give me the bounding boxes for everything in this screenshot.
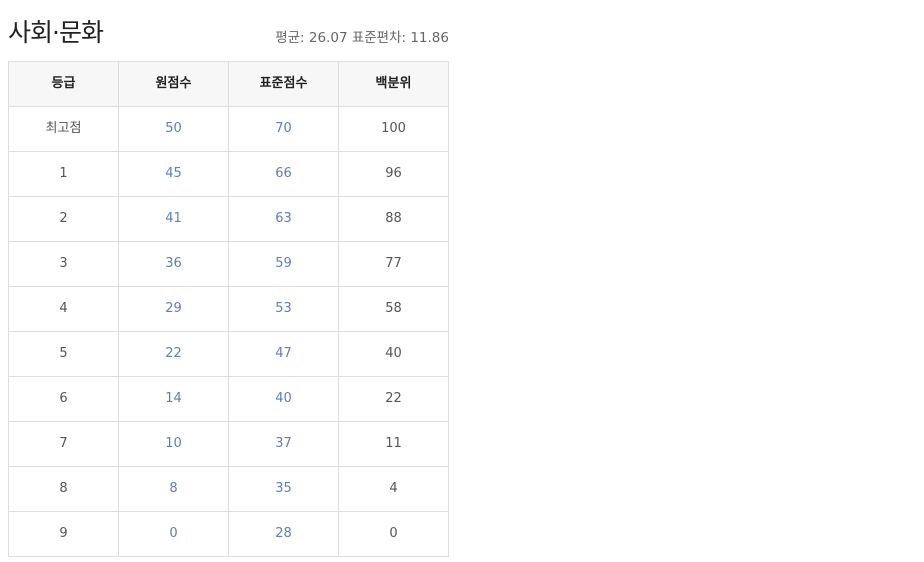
table-row: 7 10 37 11 (8, 421, 449, 467)
table-header-row: 등급 원점수 표준점수 백분위 (8, 61, 449, 107)
cell-raw-score: 22 (118, 331, 229, 377)
table-row: 5 22 47 40 (8, 331, 449, 377)
header-percentile: 백분위 (338, 61, 449, 107)
cell-standard-score: 28 (228, 511, 339, 557)
cell-grade: 7 (8, 421, 119, 467)
cell-grade: 5 (8, 331, 119, 377)
cell-percentile: 100 (338, 106, 449, 152)
cell-standard-score: 37 (228, 421, 339, 467)
cell-raw-score: 29 (118, 286, 229, 332)
panel-header: 사회·문화 평균: 26.07 표준편차: 11.86 (8, 14, 449, 61)
header-grade: 등급 (8, 61, 119, 107)
cell-grade: 최고점 (8, 106, 119, 152)
cell-percentile: 4 (338, 466, 449, 512)
cell-grade: 9 (8, 511, 119, 557)
cell-standard-score: 59 (228, 241, 339, 287)
table-row: 2 41 63 88 (8, 196, 449, 242)
table-row: 9 0 28 0 (8, 511, 449, 557)
cell-percentile: 77 (338, 241, 449, 287)
cell-raw-score: 14 (118, 376, 229, 422)
table-row: 최고점 50 70 100 (8, 106, 449, 152)
cell-percentile: 58 (338, 286, 449, 332)
cell-percentile: 22 (338, 376, 449, 422)
cell-grade: 2 (8, 196, 119, 242)
header-standard-score: 표준점수 (228, 61, 339, 107)
cell-raw-score: 10 (118, 421, 229, 467)
header-raw-score: 원점수 (118, 61, 229, 107)
cell-percentile: 88 (338, 196, 449, 242)
cell-standard-score: 63 (228, 196, 339, 242)
score-stats: 평균: 26.07 표준편차: 11.86 (275, 30, 449, 46)
table-row: 1 45 66 96 (8, 151, 449, 197)
cell-grade: 3 (8, 241, 119, 287)
cell-raw-score: 41 (118, 196, 229, 242)
table-row: 4 29 53 58 (8, 286, 449, 332)
cell-grade: 4 (8, 286, 119, 332)
cell-raw-score: 50 (118, 106, 229, 152)
score-panel: 사회·문화 평균: 26.07 표준편차: 11.86 등급 원점수 표준점수 … (8, 14, 449, 557)
cell-grade: 8 (8, 466, 119, 512)
cell-grade: 6 (8, 376, 119, 422)
table-row: 3 36 59 77 (8, 241, 449, 287)
table-row: 6 14 40 22 (8, 376, 449, 422)
cell-raw-score: 8 (118, 466, 229, 512)
cell-standard-score: 40 (228, 376, 339, 422)
subject-title: 사회·문화 (8, 18, 104, 47)
cell-raw-score: 45 (118, 151, 229, 197)
cell-standard-score: 47 (228, 331, 339, 377)
cell-percentile: 40 (338, 331, 449, 377)
cell-raw-score: 0 (118, 511, 229, 557)
cell-standard-score: 53 (228, 286, 339, 332)
cell-percentile: 96 (338, 151, 449, 197)
cell-standard-score: 70 (228, 106, 339, 152)
cell-standard-score: 66 (228, 151, 339, 197)
table-row: 8 8 35 4 (8, 466, 449, 512)
grade-cut-table: 등급 원점수 표준점수 백분위 최고점 50 70 100 1 45 66 96… (8, 61, 449, 557)
cell-raw-score: 36 (118, 241, 229, 287)
cell-percentile: 11 (338, 421, 449, 467)
cell-standard-score: 35 (228, 466, 339, 512)
cell-percentile: 0 (338, 511, 449, 557)
cell-grade: 1 (8, 151, 119, 197)
